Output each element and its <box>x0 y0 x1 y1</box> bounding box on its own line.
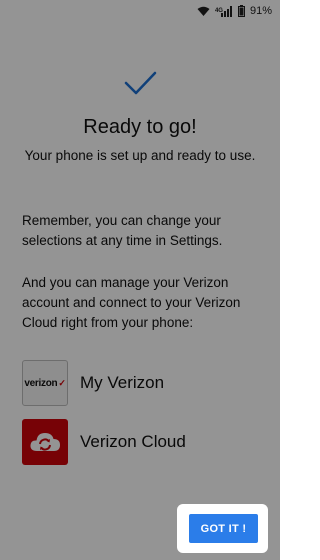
checkmark-icon <box>124 71 157 95</box>
my-verizon-icon-mark: ✓ <box>58 377 66 388</box>
app-row-verizon-cloud[interactable]: Verizon Cloud <box>22 419 186 465</box>
page-title: Ready to go! <box>83 116 197 138</box>
battery-icon <box>237 5 245 17</box>
app-row-my-verizon[interactable]: verizon ✓ My Verizon <box>22 360 164 406</box>
lte-signal-icon: 4G <box>215 5 233 17</box>
status-bar: 4G 91% <box>0 0 280 22</box>
settings-reminder-text: Remember, you can change your selections… <box>22 213 223 248</box>
my-verizon-label: My Verizon <box>80 373 165 392</box>
verizon-account-text: And you can manage your Verizon account … <box>22 275 241 330</box>
verizon-cloud-label: Verizon Cloud <box>80 432 186 451</box>
wifi-icon <box>197 6 210 17</box>
battery-percent: 91% <box>249 5 272 17</box>
page-subtitle: Your phone is set up and ready to use. <box>24 148 256 163</box>
my-verizon-icon: verizon ✓ <box>22 360 68 406</box>
verizon-cloud-icon <box>22 419 68 465</box>
my-verizon-icon-text: verizon <box>24 377 58 389</box>
setup-complete-screen: 4G 91% Ready to go! Your phone is set up… <box>0 0 280 560</box>
got-it-button[interactable]: GOT IT ! <box>189 514 258 543</box>
